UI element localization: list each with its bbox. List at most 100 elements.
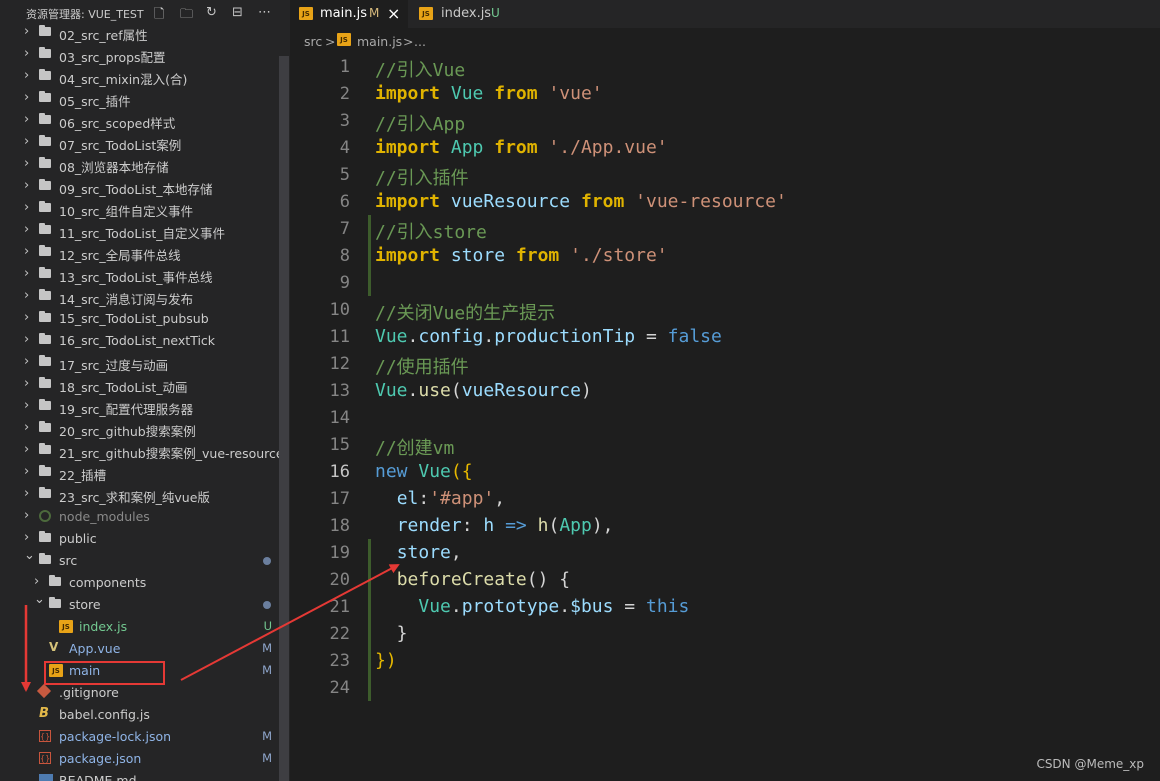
chevron-right-icon[interactable]: › [24, 310, 29, 325]
code-line[interactable]: //引入store [375, 218, 487, 244]
folder-icon [39, 245, 51, 256]
chevron-right-icon[interactable]: › [24, 156, 29, 171]
tree-folder[interactable]: › components [0, 572, 285, 594]
tree-file[interactable]: Bbabel.config.js [0, 704, 285, 726]
refresh-icon[interactable]: ↻ [206, 5, 217, 20]
tree-folder[interactable]: › 07_src_TodoList案例 [0, 132, 285, 154]
tree-folder[interactable]: › 03_src_props配置 [0, 44, 285, 66]
code-line[interactable]: } [375, 623, 408, 644]
breadcrumb-symbol[interactable]: ... [414, 34, 426, 49]
code-line[interactable]: import Vue from 'vue' [375, 83, 603, 104]
code-line[interactable]: import vueResource from 'vue-resource' [375, 191, 787, 212]
tree-item-label: 13_src_TodoList_事件总线 [59, 270, 213, 285]
chevron-right-icon[interactable]: › [24, 90, 29, 105]
tree-folder[interactable]: › 21_src_github搜索案例_vue-resource [0, 440, 285, 462]
tree-folder[interactable]: › node_modules [0, 506, 285, 528]
chevron-right-icon[interactable]: › [24, 354, 29, 369]
tree-folder[interactable]: › 19_src_配置代理服务器 [0, 396, 285, 418]
tree-folder[interactable]: › 20_src_github搜索案例 [0, 418, 285, 440]
tree-file[interactable]: {} package.json M [0, 748, 285, 770]
code-line[interactable]: import App from './App.vue' [375, 137, 668, 158]
code-line[interactable]: //创建vm [375, 434, 454, 460]
chevron-right-icon[interactable]: › [24, 24, 29, 39]
chevron-right-icon[interactable]: › [24, 112, 29, 127]
tree-folder[interactable]: › 23_src_求和案例_纯vue版 [0, 484, 285, 506]
tree-folder[interactable]: › 10_src_组件自定义事件 [0, 198, 285, 220]
tree-folder[interactable]: › 11_src_TodoList_自定义事件 [0, 220, 285, 242]
chevron-right-icon[interactable]: › [24, 442, 29, 457]
tree-folder[interactable]: ⌄ store [0, 592, 285, 616]
code-line[interactable]: //使用插件 [375, 353, 469, 379]
code-line[interactable]: }) [375, 650, 397, 671]
tree-folder[interactable]: › 17_src_过度与动画 [0, 352, 285, 374]
tree-folder[interactable]: › 14_src_消息订阅与发布 [0, 286, 285, 308]
tree-folder[interactable]: › 06_src_scoped样式 [0, 110, 285, 132]
tree-folder[interactable]: › 02_src_ref属性 [0, 22, 285, 44]
code-line[interactable]: //引入插件 [375, 164, 469, 190]
chevron-right-icon[interactable]: › [24, 508, 29, 523]
chevron-right-icon[interactable]: › [24, 68, 29, 83]
chevron-right-icon[interactable]: › [24, 134, 29, 149]
code-line[interactable]: el:'#app', [375, 488, 505, 509]
chevron-right-icon[interactable]: › [24, 420, 29, 435]
chevron-right-icon[interactable]: › [24, 464, 29, 479]
chevron-right-icon[interactable]: › [24, 46, 29, 61]
chevron-right-icon[interactable]: › [24, 266, 29, 281]
code-editor[interactable]: 1 //引入Vue 2 import Vue from 'vue' 3 //引入App 4 i… [290, 56, 1160, 781]
tab-index-js[interactable]: JS index.js U [410, 0, 510, 28]
code-line[interactable]: Vue.config.productionTip = false [375, 326, 722, 347]
chevron-right-icon[interactable]: › [34, 574, 39, 589]
chevron-right-icon[interactable]: › [24, 244, 29, 259]
tree-file[interactable]: README.md [0, 770, 285, 781]
chevron-right-icon[interactable]: › [24, 486, 29, 501]
code-line[interactable]: store, [375, 542, 462, 563]
tree-folder[interactable]: › 22_插槽 [0, 462, 285, 484]
chevron-down-icon[interactable]: ⌄ [24, 548, 35, 563]
sidebar-scrollbar[interactable] [279, 56, 289, 781]
chevron-right-icon[interactable]: › [24, 398, 29, 413]
tree-file[interactable]: {} package-lock.json M [0, 726, 285, 748]
tree-file[interactable]: V App.vue M [0, 638, 285, 660]
code-line[interactable]: import store from './store' [375, 245, 668, 266]
folder-icon [39, 465, 51, 476]
tree-folder[interactable]: › 04_src_mixin混入(合) [0, 66, 285, 88]
breadcrumb-file[interactable]: main.js [357, 34, 402, 49]
tree-folder[interactable]: › 08_浏览器本地存储 [0, 154, 285, 176]
tree-folder[interactable]: › 13_src_TodoList_事件总线 [0, 264, 285, 286]
code-line[interactable]: render: h => h(App), [375, 515, 614, 536]
tree-folder[interactable]: › 15_src_TodoList_pubsub [0, 308, 285, 330]
tree-folder[interactable]: › 18_src_TodoList_动画 [0, 374, 285, 396]
folder-icon [39, 443, 51, 454]
line-number: 9 [339, 273, 350, 293]
tree-file[interactable]: JS index.js U [0, 616, 285, 638]
tree-file[interactable]: .gitignore [0, 682, 285, 704]
chevron-right-icon[interactable]: › [24, 530, 29, 545]
code-token: false [667, 326, 722, 347]
chevron-right-icon[interactable]: › [24, 376, 29, 391]
more-icon[interactable]: ⋯ [258, 5, 271, 20]
tree-folder[interactable]: › 05_src_插件 [0, 88, 285, 110]
chevron-down-icon[interactable]: ⌄ [34, 592, 45, 607]
chevron-right-icon[interactable]: › [24, 200, 29, 215]
tree-folder[interactable]: › 16_src_TodoList_nextTick [0, 330, 285, 352]
code-line[interactable]: Vue.use(vueResource) [375, 380, 592, 401]
code-line[interactable]: Vue.prototype.$bus = this [375, 596, 689, 617]
chevron-right-icon[interactable]: › [24, 222, 29, 237]
code-line[interactable]: beforeCreate() { [375, 569, 570, 590]
tree-folder[interactable]: › public [0, 528, 285, 550]
code-line[interactable]: new Vue({ [375, 461, 473, 482]
tab-main-js[interactable]: JS main.js M × [290, 0, 408, 28]
tree-folder[interactable]: › 09_src_TodoList_本地存储 [0, 176, 285, 198]
tree-folder[interactable]: › 12_src_全局事件总线 [0, 242, 285, 264]
chevron-right-icon[interactable]: › [24, 178, 29, 193]
chevron-right-icon[interactable]: › [24, 288, 29, 303]
tree-folder[interactable]: ⌄ src [0, 548, 285, 572]
chevron-right-icon[interactable]: › [24, 332, 29, 347]
code-line[interactable]: //关闭Vue的生产提示 [375, 299, 555, 325]
close-icon[interactable]: × [387, 4, 400, 23]
code-line[interactable]: //引入App [375, 110, 465, 136]
collapse-icon[interactable]: ⊟ [232, 5, 243, 20]
code-line[interactable]: //引入Vue [375, 56, 465, 82]
breadcrumb-folder[interactable]: src [304, 34, 322, 49]
